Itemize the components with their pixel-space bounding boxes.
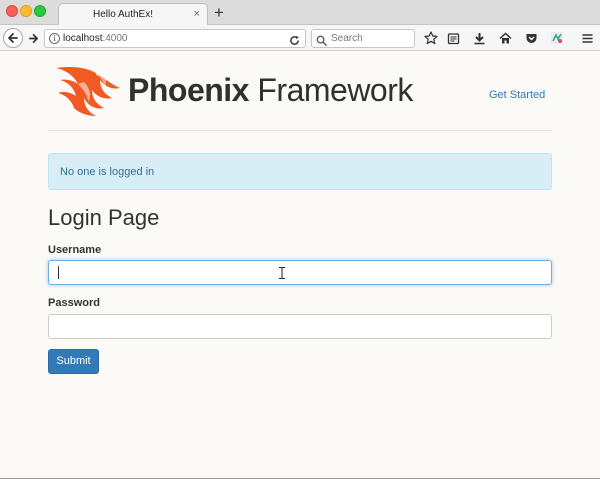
logo-text: Phoenix Framework — [128, 72, 413, 108]
arrow-left-icon — [8, 33, 18, 43]
address-bar[interactable]: i localhost:4000 — [44, 29, 306, 48]
home-icon[interactable] — [497, 30, 513, 46]
ibeam-cursor-icon — [279, 267, 285, 279]
url-text: localhost:4000 — [63, 33, 128, 44]
browser-toolbar: i localhost:4000 Search — [0, 25, 600, 51]
search-placeholder: Search — [331, 33, 363, 44]
window-close-button[interactable] — [6, 5, 18, 17]
download-icon[interactable] — [471, 30, 487, 46]
back-button[interactable] — [3, 28, 23, 48]
forward-button[interactable] — [25, 29, 41, 47]
bookmark-star-icon[interactable] — [423, 30, 439, 46]
password-label: Password — [48, 297, 100, 309]
reading-list-icon[interactable] — [445, 30, 461, 46]
extension-icon[interactable] — [549, 30, 565, 46]
reload-button[interactable] — [289, 33, 300, 51]
reload-icon — [290, 35, 299, 45]
username-label: Username — [48, 244, 102, 256]
info-alert: No one is logged in — [48, 153, 552, 190]
submit-button[interactable]: Submit — [48, 349, 99, 374]
browser-tab[interactable]: Hello AuthEx! × — [58, 3, 208, 26]
tab-close-icon[interactable]: × — [194, 8, 200, 20]
new-tab-button[interactable]: + — [214, 3, 224, 23]
site-info-icon[interactable]: i — [49, 33, 60, 44]
menu-icon[interactable] — [579, 30, 595, 46]
password-field[interactable] — [48, 314, 552, 339]
pocket-icon[interactable] — [523, 30, 539, 46]
phoenix-bird-icon — [56, 67, 120, 116]
text-caret — [58, 266, 59, 279]
phoenix-logo[interactable]: Phoenix Framework — [48, 64, 428, 120]
window-maximize-button[interactable] — [34, 5, 46, 17]
arrow-right-icon — [28, 33, 38, 43]
page-title: Login Page — [48, 205, 160, 230]
header-divider — [48, 130, 552, 131]
search-icon — [316, 33, 327, 51]
window-minimize-button[interactable] — [20, 5, 32, 17]
alert-message: No one is logged in — [60, 166, 155, 178]
get-started-link[interactable]: Get Started — [489, 89, 545, 101]
search-bar[interactable]: Search — [311, 29, 415, 48]
tab-title: Hello AuthEx! — [92, 9, 154, 20]
username-field[interactable] — [48, 260, 552, 285]
page-content: Phoenix Framework Get Started No one is … — [0, 52, 600, 479]
window-titlebar: Hello AuthEx! × + — [0, 0, 600, 26]
